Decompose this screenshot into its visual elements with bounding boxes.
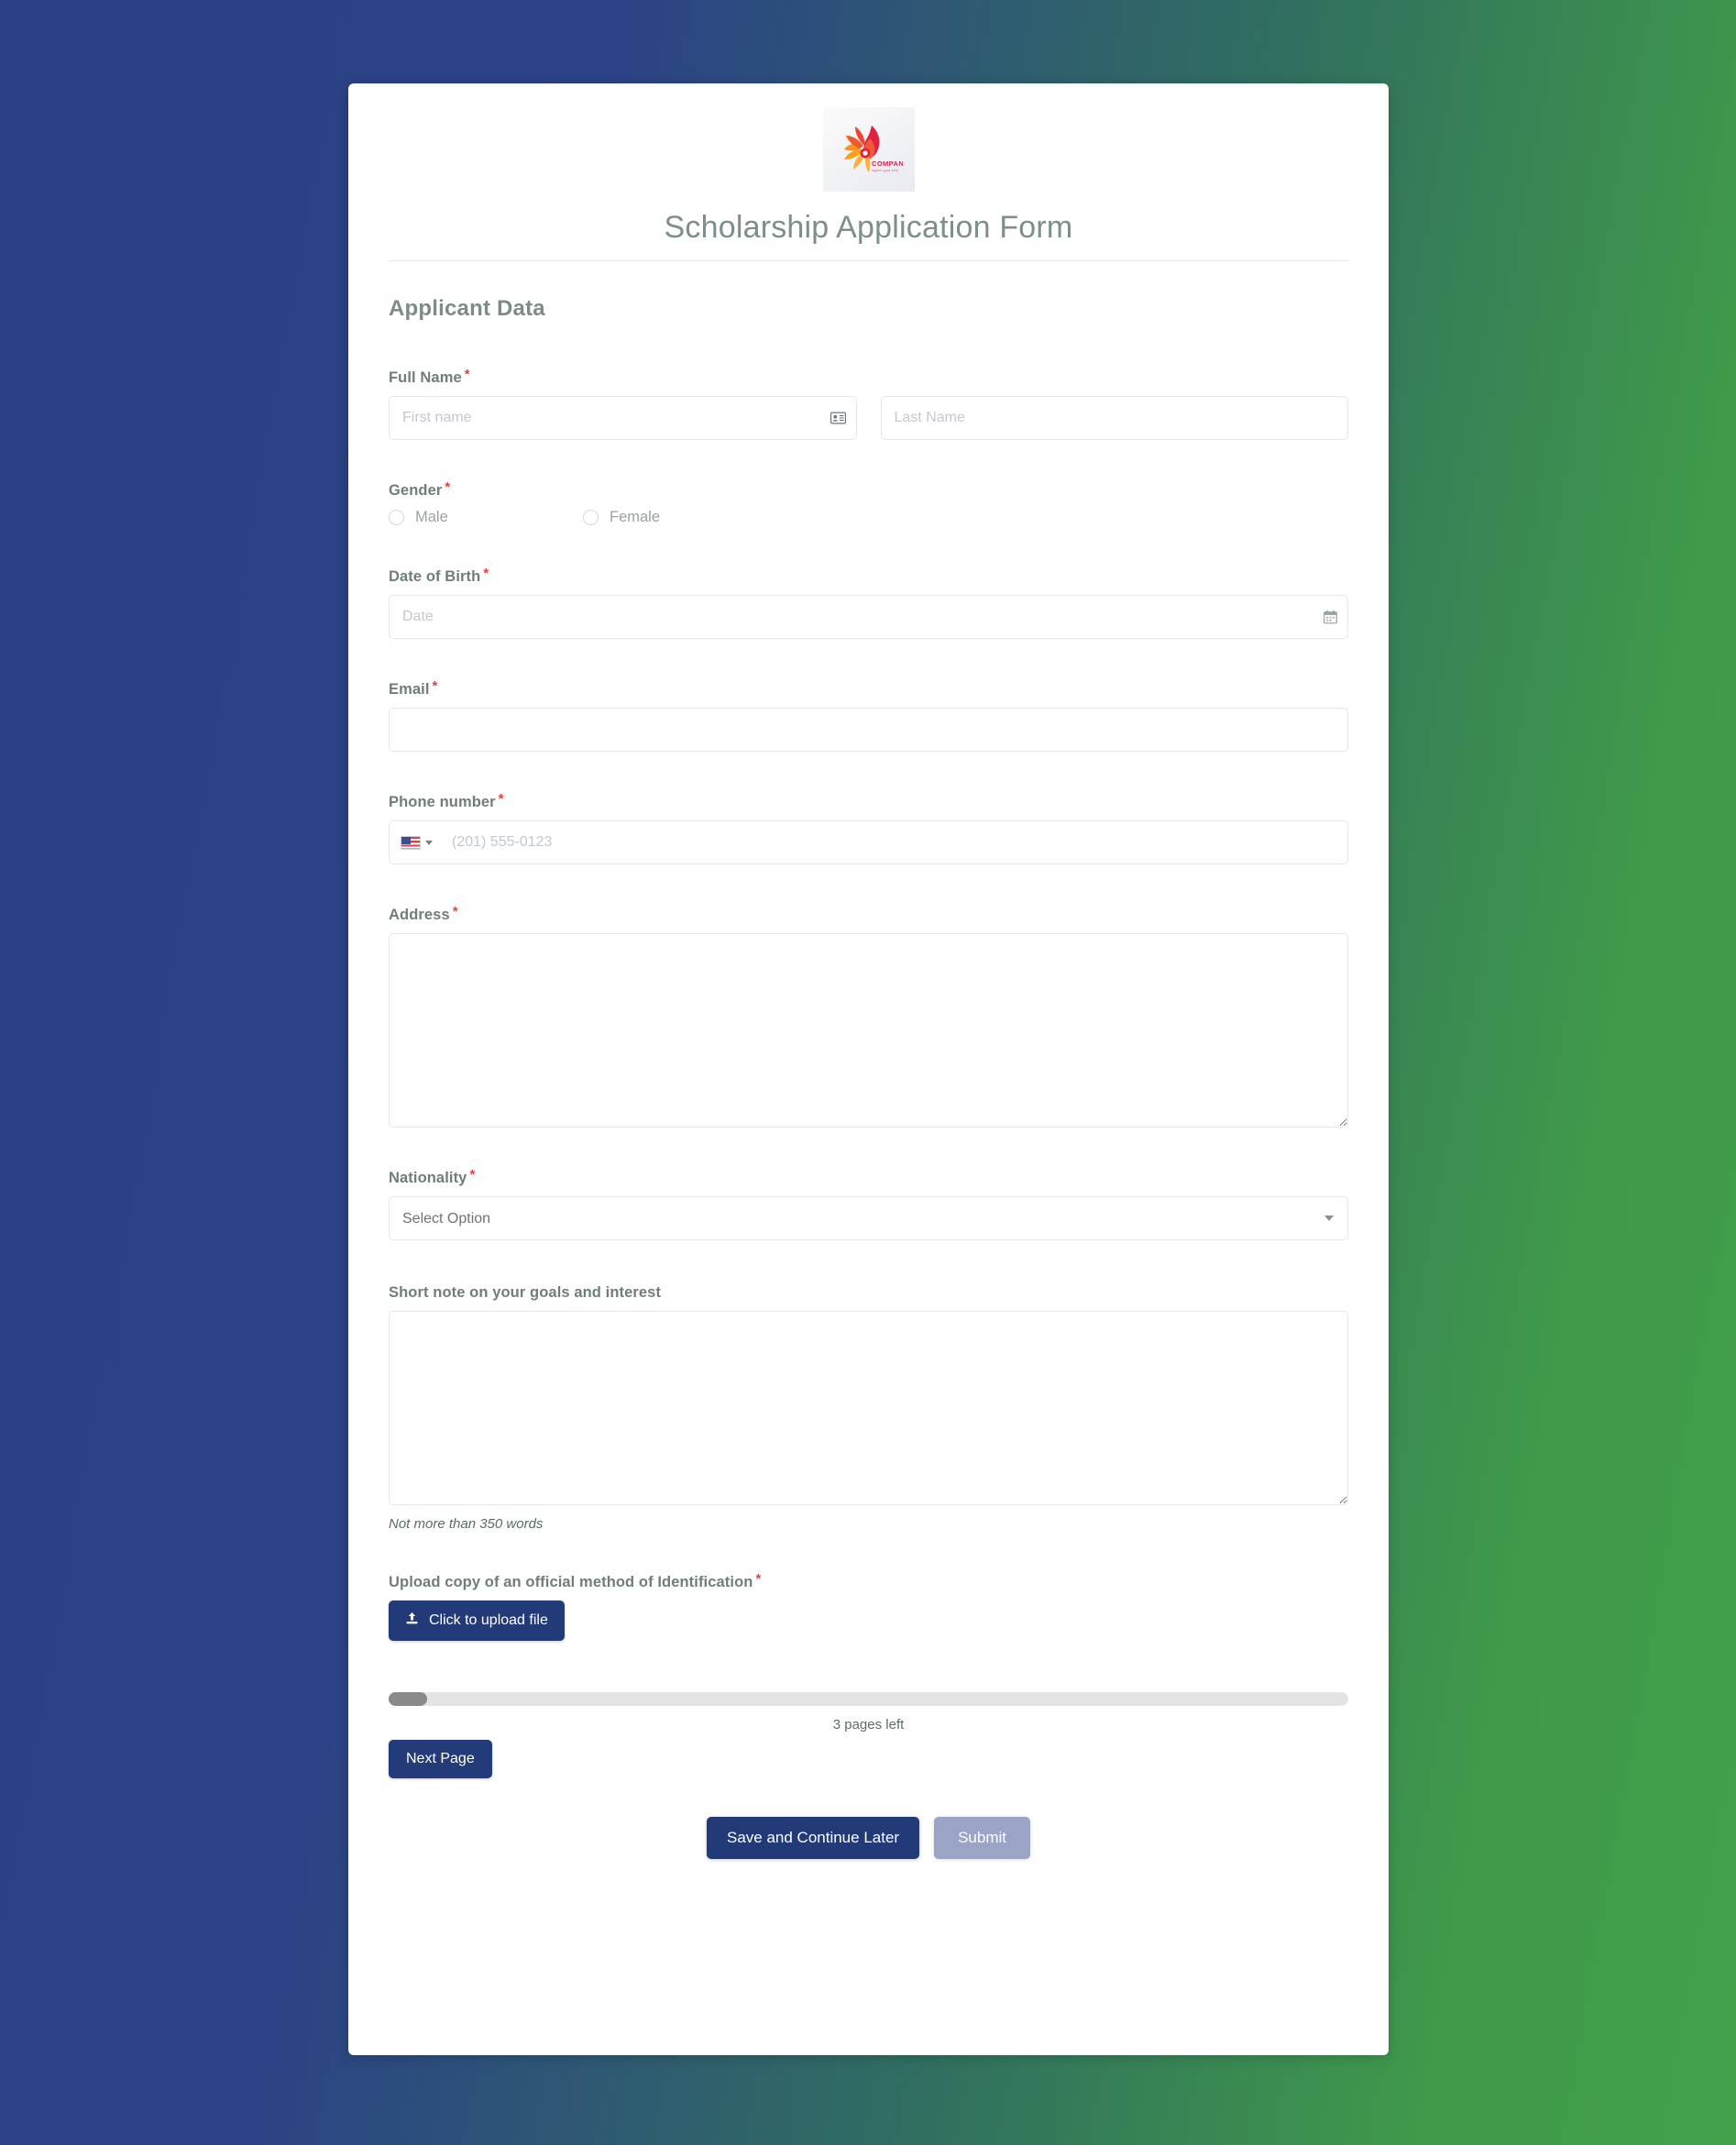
label-date-of-birth: Date of Birth *: [389, 566, 489, 585]
field-short-note: Short note on your goals and interest No…: [389, 1284, 1348, 1532]
last-name-input[interactable]: [880, 396, 1348, 440]
progress-bar-fill: [389, 1692, 427, 1706]
required-asterisk: *: [445, 479, 451, 495]
upload-file-button[interactable]: Click to upload file: [389, 1600, 565, 1641]
form-card: COMPANY tagline goes here Scholarship Ap…: [348, 83, 1389, 2055]
chevron-down-icon: [424, 840, 433, 845]
field-upload-id: Upload copy of an official method of Ide…: [389, 1571, 1348, 1641]
last-name-wrap: [880, 396, 1348, 440]
required-asterisk: *: [483, 566, 489, 581]
calendar-icon[interactable]: [1324, 610, 1337, 624]
required-asterisk: *: [755, 1571, 762, 1587]
required-asterisk: *: [464, 367, 470, 382]
field-address: Address *: [389, 904, 1348, 1128]
label-upload-id: Upload copy of an official method of Ide…: [389, 1571, 762, 1590]
us-flag-icon: [400, 835, 421, 850]
id-card-icon: [830, 412, 846, 424]
short-note-helper-text: Not more than 350 words: [389, 1516, 544, 1532]
pages-left-text: 3 pages left: [832, 1717, 905, 1732]
nationality-select[interactable]: Select Option: [389, 1196, 1348, 1240]
label-phone-number: Phone number *: [389, 791, 504, 810]
dob-wrap: [389, 595, 1348, 639]
gender-option-male[interactable]: Male: [389, 509, 583, 526]
upload-icon: [405, 1612, 419, 1630]
gender-option-female-label: Female: [610, 509, 661, 525]
date-of-birth-input[interactable]: [389, 595, 1348, 639]
required-asterisk: *: [432, 678, 438, 694]
field-date-of-birth: Date of Birth *: [389, 566, 1348, 639]
svg-text:tagline goes here: tagline goes here: [872, 169, 898, 172]
radio-icon[interactable]: [389, 510, 404, 525]
save-and-continue-later-button[interactable]: Save and Continue Later: [706, 1817, 920, 1859]
field-full-name: Full Name *: [389, 367, 1348, 440]
form-body: Applicant Data Full Name * First name La…: [348, 261, 1389, 1866]
label-gender: Gender *: [389, 479, 451, 499]
label-email: Email *: [389, 678, 438, 698]
phone-number-input[interactable]: [389, 820, 1348, 864]
progress-section: 3 pages left Next Page: [389, 1692, 1348, 1778]
label-full-name: Full Name *: [389, 367, 470, 386]
required-asterisk: *: [452, 904, 458, 919]
field-nationality: Nationality * Select Option: [389, 1167, 1348, 1240]
flame-flower-logo-icon: COMPANY tagline goes here: [835, 118, 908, 181]
next-page-button[interactable]: Next Page: [389, 1740, 492, 1778]
page-title: Scholarship Application Form: [664, 210, 1073, 245]
footer-actions: Save and Continue Later Submit: [389, 1817, 1348, 1866]
next-page-row: Next Page: [389, 1740, 1348, 1778]
required-asterisk: *: [469, 1167, 476, 1182]
required-asterisk: *: [498, 791, 504, 807]
address-textarea[interactable]: [389, 933, 1348, 1128]
field-email: Email *: [389, 678, 1348, 752]
svg-text:COMPANY: COMPANY: [872, 160, 903, 168]
upload-file-button-label: Click to upload file: [429, 1612, 548, 1628]
country-code-selector[interactable]: [390, 821, 443, 864]
phone-wrap: [389, 820, 1348, 864]
radio-icon[interactable]: [583, 510, 599, 525]
submit-button[interactable]: Submit: [934, 1817, 1030, 1859]
nationality-select-wrap: Select Option: [389, 1196, 1348, 1240]
gender-radio-group: Male Female: [389, 509, 1348, 526]
page-root: COMPANY tagline goes here Scholarship Ap…: [0, 0, 1736, 2145]
first-name-wrap: [389, 396, 857, 440]
label-short-note: Short note on your goals and interest: [389, 1284, 662, 1301]
logo-container: COMPANY tagline goes here: [822, 107, 915, 192]
progress-bar-track: [389, 1692, 1348, 1706]
section-title: Applicant Data: [389, 296, 545, 321]
field-phone-number: Phone number *: [389, 791, 1348, 864]
gender-option-male-label: Male: [415, 509, 448, 525]
label-nationality: Nationality *: [389, 1167, 476, 1186]
gender-option-female[interactable]: Female: [583, 509, 777, 526]
label-address: Address *: [389, 904, 458, 923]
field-gender: Gender * Male Female: [389, 479, 1348, 526]
form-header: COMPANY tagline goes here Scholarship Ap…: [348, 83, 1389, 261]
first-name-input[interactable]: [389, 396, 857, 440]
email-input[interactable]: [389, 708, 1348, 752]
short-note-textarea[interactable]: [389, 1311, 1348, 1505]
